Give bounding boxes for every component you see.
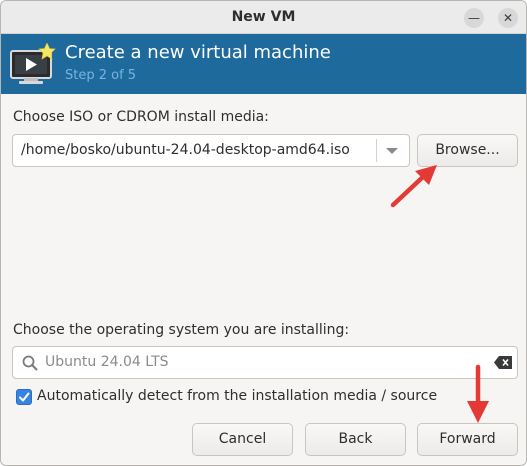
install-media-path[interactable]: /home/bosko/ubuntu-24.04-desktop-amd64.i…	[21, 135, 350, 166]
combo-separator	[376, 139, 377, 162]
annotation-arrow-icon	[390, 165, 437, 208]
vm-monitor-icon	[10, 43, 56, 84]
clear-text-icon[interactable]	[494, 356, 512, 369]
close-icon: ✕	[502, 11, 514, 25]
minimize-button[interactable]: —	[464, 8, 484, 28]
checkmark-icon	[19, 392, 30, 402]
cancel-button[interactable]: Cancel	[192, 423, 293, 456]
back-button[interactable]: Back	[305, 423, 406, 456]
auto-detect-label[interactable]: Automatically detect from the installati…	[37, 388, 437, 404]
window-title: New VM	[231, 9, 296, 25]
titlebar: New VM — ✕	[1, 1, 526, 34]
minimize-icon: —	[468, 11, 480, 25]
wizard-step: Step 2 of 5	[65, 68, 137, 83]
forward-button[interactable]: Forward	[417, 423, 518, 456]
search-icon	[22, 355, 38, 371]
new-vm-window: New VM — ✕ Create a new virtual machine …	[0, 0, 527, 466]
os-search-input[interactable]: Ubuntu 24.04 LTS	[45, 347, 169, 378]
browse-button[interactable]: Browse...	[417, 134, 518, 167]
install-media-combo[interactable]: /home/bosko/ubuntu-24.04-desktop-amd64.i…	[12, 134, 410, 167]
install-media-label: Choose ISO or CDROM install media:	[13, 109, 269, 125]
wizard-header: Create a new virtual machine Step 2 of 5	[1, 34, 526, 94]
dropdown-arrow-icon[interactable]	[386, 148, 398, 154]
os-search-field[interactable]: Ubuntu 24.04 LTS	[12, 346, 518, 379]
close-button[interactable]: ✕	[498, 8, 518, 28]
auto-detect-checkbox[interactable]	[16, 389, 32, 405]
os-label: Choose the operating system you are inst…	[13, 322, 350, 338]
wizard-title: Create a new virtual machine	[65, 42, 331, 63]
